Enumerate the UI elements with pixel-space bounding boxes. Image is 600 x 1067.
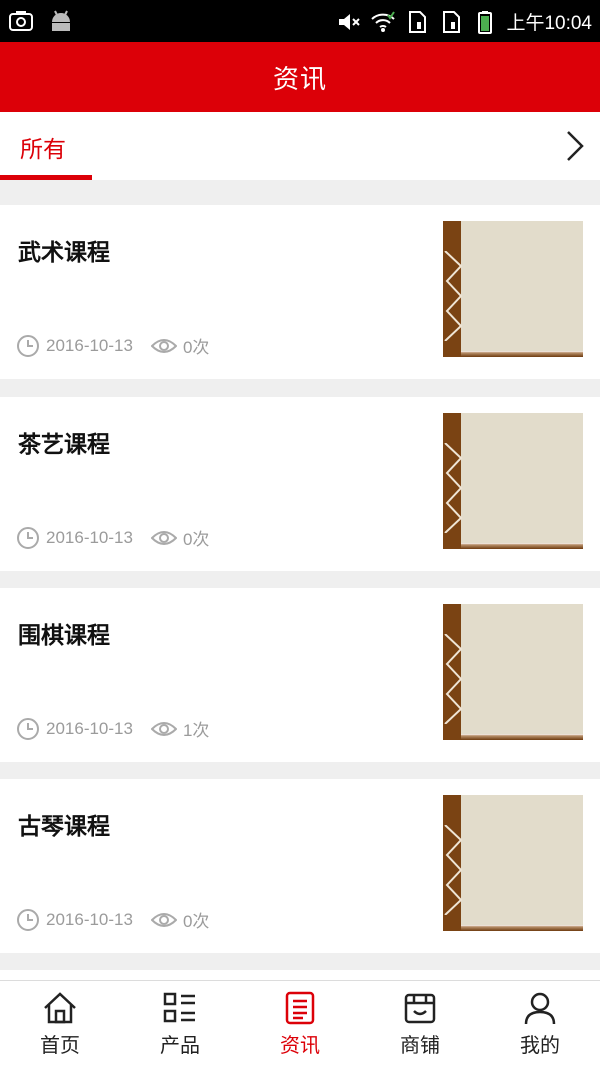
nav-mine[interactable]: 我的 bbox=[480, 981, 600, 1067]
clock-icon bbox=[17, 717, 39, 740]
clock-icon bbox=[17, 334, 39, 357]
news-meta: 2016-10-13 0次 bbox=[16, 907, 209, 932]
android-icon bbox=[52, 10, 70, 31]
category-tabs: 所有 bbox=[0, 112, 600, 180]
shop-icon bbox=[404, 993, 436, 1024]
clock-icon bbox=[17, 526, 39, 549]
news-icon bbox=[285, 991, 315, 1025]
news-date: 2016-10-13 bbox=[46, 527, 133, 547]
nav-news-label: 资讯 bbox=[280, 1033, 320, 1057]
news-title: 武术课程 bbox=[18, 240, 110, 266]
news-thumbnail bbox=[443, 221, 583, 357]
screenshot-icon bbox=[9, 11, 33, 31]
news-thumbnail bbox=[443, 795, 583, 931]
tabs-more-button[interactable] bbox=[550, 112, 600, 180]
app-header: 资讯 bbox=[0, 42, 600, 112]
news-date: 2016-10-13 bbox=[46, 335, 133, 355]
nav-mine-label: 我的 bbox=[520, 1033, 560, 1057]
news-meta: 2016-10-13 0次 bbox=[16, 333, 209, 358]
news-views: 0次 bbox=[182, 912, 210, 931]
news-views: 0次 bbox=[182, 338, 210, 357]
nav-shop[interactable]: 商铺 bbox=[360, 981, 480, 1067]
news-meta: 2016-10-13 1次 bbox=[16, 716, 209, 741]
eye-icon bbox=[150, 721, 177, 736]
news-item[interactable]: 茶艺课程 2016-10-13 0次 bbox=[0, 397, 600, 571]
news-item[interactable]: 围棋课程 2016-10-13 1次 bbox=[0, 588, 600, 762]
news-title: 古琴课程 bbox=[18, 814, 110, 840]
news-title: 围棋课程 bbox=[18, 623, 110, 649]
news-thumbnail bbox=[443, 604, 583, 740]
battery-icon bbox=[478, 10, 493, 34]
news-views: 0次 bbox=[182, 530, 210, 549]
nav-products-label: 产品 bbox=[160, 1033, 200, 1057]
nav-shop-label: 商铺 bbox=[400, 1033, 440, 1057]
eye-icon bbox=[150, 530, 177, 545]
tab-all[interactable]: 所有 bbox=[0, 112, 92, 180]
news-thumbnail bbox=[443, 413, 583, 549]
status-bar: 上午10:04 bbox=[0, 0, 600, 42]
wifi-icon bbox=[371, 10, 396, 32]
sim1-icon bbox=[409, 10, 427, 33]
news-views: 1次 bbox=[182, 721, 210, 740]
eye-icon bbox=[150, 912, 177, 927]
chevron-right-icon bbox=[567, 131, 584, 161]
nav-home[interactable]: 首页 bbox=[0, 981, 120, 1067]
tab-underline bbox=[0, 175, 92, 180]
user-icon bbox=[524, 992, 556, 1025]
mute-icon bbox=[339, 13, 361, 30]
nav-home-label: 首页 bbox=[40, 1033, 80, 1057]
news-meta: 2016-10-13 0次 bbox=[16, 525, 209, 550]
clock-icon bbox=[17, 908, 39, 931]
news-title: 茶艺课程 bbox=[18, 432, 110, 458]
news-date: 2016-10-13 bbox=[46, 909, 133, 929]
news-date: 2016-10-13 bbox=[46, 718, 133, 738]
nav-products[interactable]: 产品 bbox=[120, 981, 240, 1067]
sim2-icon bbox=[443, 10, 461, 33]
page-title: 资讯 bbox=[272, 64, 327, 95]
home-icon bbox=[44, 992, 76, 1024]
eye-icon bbox=[150, 338, 177, 353]
bottom-nav: 首页 产品 资讯 商铺 我的 bbox=[0, 980, 600, 1067]
news-item[interactable]: 武术课程 2016-10-13 0次 bbox=[0, 205, 600, 379]
status-time: 上午10:04 bbox=[506, 13, 592, 34]
tab-all-label: 所有 bbox=[20, 137, 66, 163]
grid-list-icon bbox=[163, 992, 195, 1023]
news-item[interactable]: 古琴课程 2016-10-13 0次 bbox=[0, 779, 600, 953]
nav-news[interactable]: 资讯 bbox=[240, 981, 360, 1067]
